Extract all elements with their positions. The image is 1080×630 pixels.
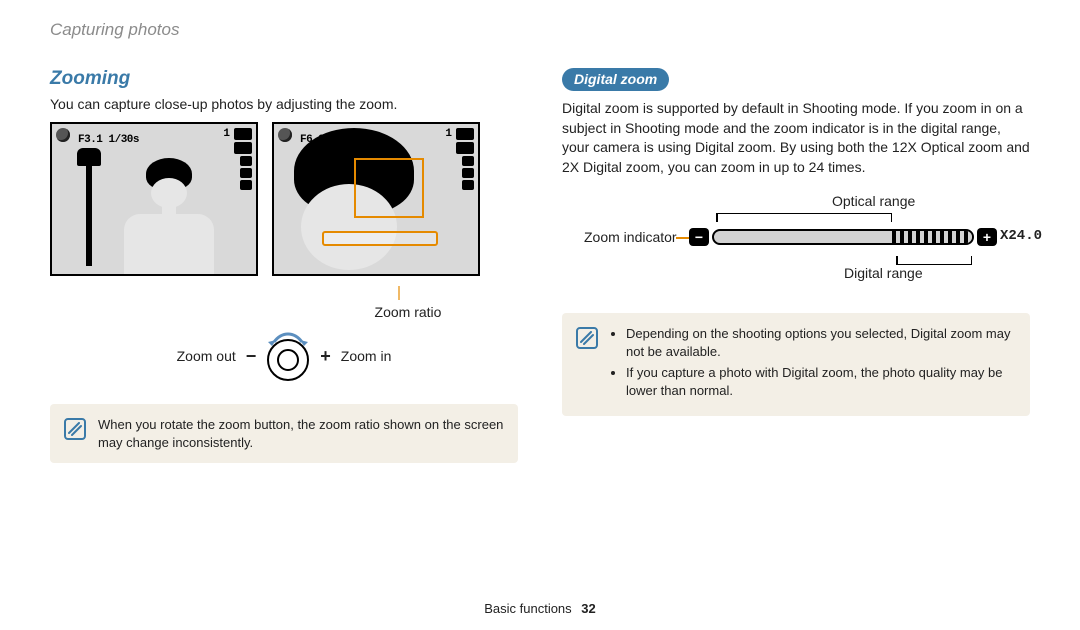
zoom-plus-icon: + <box>977 228 997 246</box>
intro-text: You can capture close-up photos by adjus… <box>50 96 518 112</box>
shots-remaining: 1 <box>445 128 452 140</box>
digital-bracket <box>896 257 972 265</box>
osd-badges <box>456 128 474 190</box>
camera-screen-wide: F3.1 1/30s 1 <box>50 122 258 276</box>
footer-page-number: 32 <box>581 601 595 616</box>
label-zoom-indicator: Zoom indicator <box>584 229 677 245</box>
zoom-dial-icon: − + <box>246 328 331 384</box>
mode-icon <box>278 128 292 142</box>
focus-box-callout <box>354 158 424 218</box>
zoom-ratio-bar-callout <box>322 231 438 246</box>
label-zoom-in: Zoom in <box>341 348 392 364</box>
shots-remaining: 1 <box>223 128 230 140</box>
leader-line <box>676 237 690 239</box>
camera-screen-zoomed: F6.3 1/45s 1 <box>272 122 480 276</box>
zoom-indicator-diagram: Optical range Zoom indicator Digital ran… <box>562 193 1030 293</box>
note-item: Depending on the shooting options you se… <box>626 325 1016 360</box>
label-zoom-out: Zoom out <box>177 348 236 364</box>
subsection-pill: Digital zoom <box>562 68 669 91</box>
osd-badges <box>234 128 252 190</box>
note-text: When you rotate the zoom button, the zoo… <box>98 416 504 451</box>
zoom-value: X24.0 <box>1000 228 1042 244</box>
digital-zoom-paragraph: Digital zoom is supported by default in … <box>562 99 1030 177</box>
section-title-zooming: Zooming <box>50 68 518 90</box>
zoom-bar <box>712 229 974 245</box>
note-box: Depending on the shooting options you se… <box>562 313 1030 415</box>
label-digital-range: Digital range <box>844 265 923 281</box>
note-icon <box>64 418 86 440</box>
streetlamp-illustration <box>74 148 104 258</box>
exposure-readout: F3.1 1/30s <box>78 134 139 146</box>
left-column: Zooming You can capture close-up photos … <box>50 68 518 463</box>
optical-bracket <box>716 213 892 221</box>
mode-icon <box>56 128 70 142</box>
right-column: Digital zoom Digital zoom is supported b… <box>562 68 1030 463</box>
note-icon <box>576 327 598 349</box>
breadcrumb: Capturing photos <box>50 20 1030 40</box>
label-zoom-ratio: Zoom ratio <box>375 304 442 320</box>
footer-section: Basic functions <box>484 601 571 616</box>
note-box: When you rotate the zoom button, the zoo… <box>50 404 518 463</box>
note-item: If you capture a photo with Digital zoom… <box>626 364 1016 399</box>
person-illustration <box>114 158 224 276</box>
label-optical-range: Optical range <box>832 193 915 209</box>
zoom-minus-icon: − <box>689 228 709 246</box>
page-footer: Basic functions 32 <box>0 601 1080 616</box>
